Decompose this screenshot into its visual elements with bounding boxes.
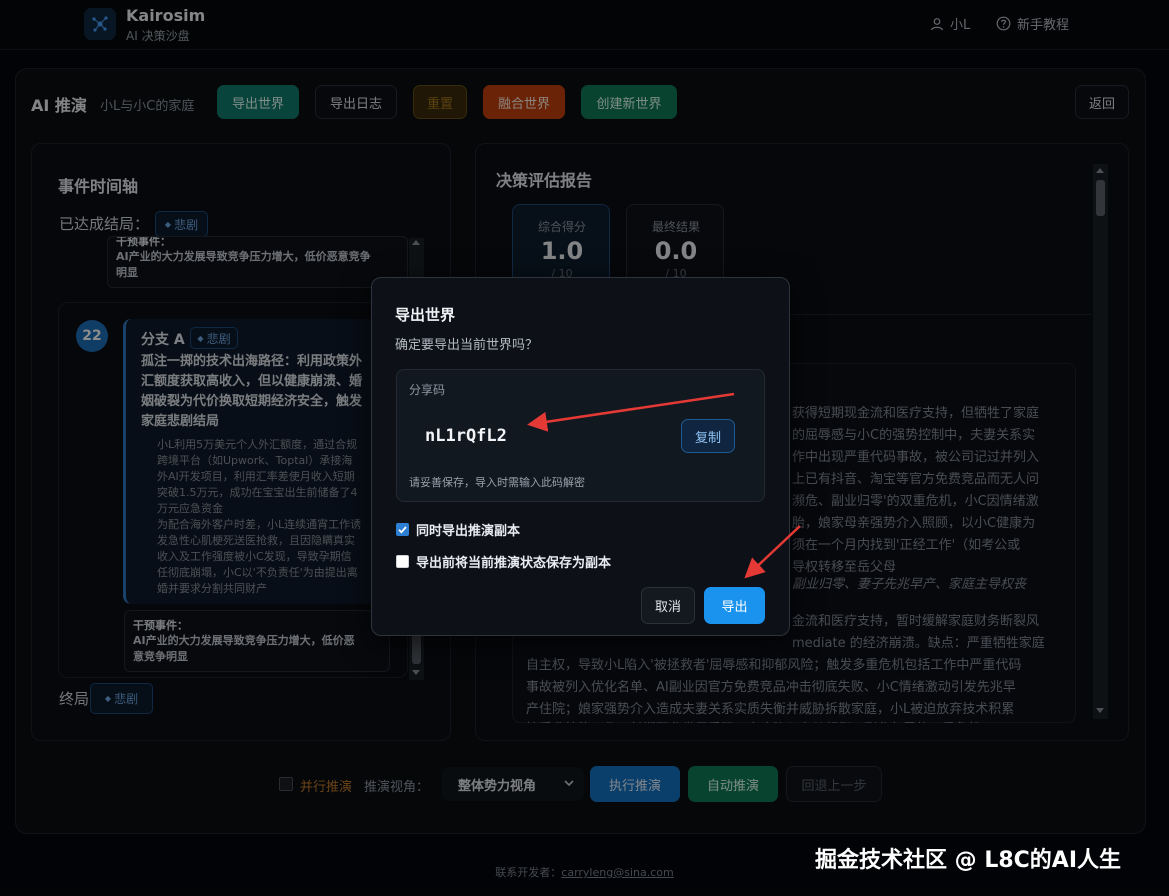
arrow-to-share-code [527,392,735,432]
annotation-arrows [527,392,801,579]
arrow-to-export-button [744,525,801,579]
